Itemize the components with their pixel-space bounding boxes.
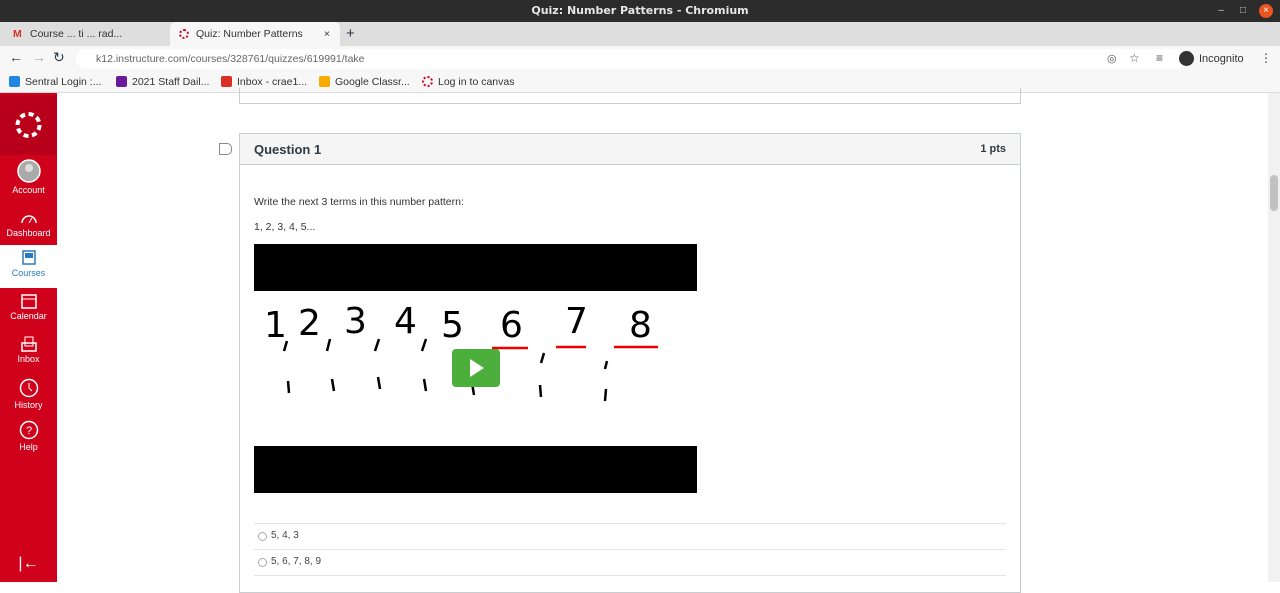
forward-icon[interactable]: → xyxy=(32,49,46,65)
previous-card xyxy=(239,88,1021,104)
divider xyxy=(254,575,1006,576)
video-player[interactable]: 1 2 3 4 5 6 7 8 xyxy=(254,244,697,493)
nav-inbox[interactable]: Inbox xyxy=(0,336,57,364)
question-title: Question 1 xyxy=(254,142,322,157)
hand-digit: 1 xyxy=(264,305,287,346)
question-prompt: Write the next 3 terms in this number pa… xyxy=(254,196,464,208)
nav-account[interactable]: Account xyxy=(0,159,57,195)
hand-digit: 3 xyxy=(344,301,367,342)
eye-off-icon[interactable]: ◎ xyxy=(1107,52,1117,65)
nav-help[interactable]: ? Help xyxy=(0,420,57,452)
help-icon: ? xyxy=(19,420,38,440)
star-icon[interactable]: ☆ xyxy=(1129,51,1140,65)
maximize-button[interactable]: □ xyxy=(1236,4,1250,18)
gmail-icon xyxy=(221,76,232,87)
answer-option[interactable]: 5, 6, 7, 8, 9 xyxy=(254,549,1006,575)
hand-digit: 8 xyxy=(629,305,652,346)
canvas-icon xyxy=(422,76,433,87)
window-titlebar: Quiz: Number Patterns - Chromium xyxy=(0,0,1280,22)
tab-course[interactable]: M Course ... ti ... rad... xyxy=(4,22,170,46)
gmail-icon: M xyxy=(13,28,22,40)
forms-icon xyxy=(116,76,127,87)
minimize-button[interactable]: – xyxy=(1214,4,1228,18)
hand-digit: 7 xyxy=(565,301,588,342)
radio-button[interactable] xyxy=(258,558,267,567)
nav-courses[interactable]: Courses xyxy=(0,245,57,288)
svg-text:?: ? xyxy=(25,425,31,437)
scrollbar-thumb[interactable] xyxy=(1270,175,1278,211)
bookmark-staff-daily[interactable]: 2021 Staff Dail... xyxy=(116,71,209,93)
global-nav: Account Dashboard Courses Calendar Inbox… xyxy=(0,93,57,582)
canvas-icon xyxy=(179,29,189,39)
tab-quiz[interactable]: Quiz: Number Patterns × xyxy=(170,22,340,46)
question-header: Question 1 1 pts xyxy=(240,134,1020,165)
nav-calendar[interactable]: Calendar xyxy=(0,293,57,321)
courses-icon xyxy=(21,250,36,265)
tab-strip: M Course ... ti ... rad... Quiz: Number P… xyxy=(0,22,1280,46)
close-window-button[interactable]: × xyxy=(1259,4,1273,18)
hand-digit: 6 xyxy=(500,305,523,346)
incognito-icon xyxy=(1179,51,1194,66)
hand-digit: 4 xyxy=(394,301,417,342)
sentral-icon xyxy=(9,76,20,87)
hand-digit: 5 xyxy=(441,305,464,346)
nav-dashboard[interactable]: Dashboard xyxy=(0,210,57,238)
inbox-icon xyxy=(20,336,37,352)
radio-button[interactable] xyxy=(258,532,267,541)
reading-list-icon[interactable]: ≡ xyxy=(1156,51,1163,65)
collapse-nav-icon[interactable]: |← xyxy=(0,555,57,573)
back-icon[interactable]: ← xyxy=(9,49,23,65)
question-points: 1 pts xyxy=(980,143,1006,155)
hand-digit: 2 xyxy=(298,303,321,344)
history-icon xyxy=(19,378,38,398)
dashboard-icon xyxy=(20,215,37,224)
classroom-icon xyxy=(319,76,330,87)
flag-question-icon[interactable] xyxy=(219,143,232,155)
video-letterbox-bottom xyxy=(254,446,697,493)
tab-close-icon[interactable]: × xyxy=(324,22,330,46)
incognito-label[interactable]: Incognito xyxy=(1199,53,1244,65)
answer-option[interactable]: 5, 4, 3 xyxy=(254,523,1006,549)
scrollbar[interactable] xyxy=(1268,93,1280,582)
window-title: Quiz: Number Patterns - Chromium xyxy=(531,4,749,17)
menu-icon[interactable]: ⋮ xyxy=(1260,51,1272,65)
bookmark-sentral[interactable]: Sentral Login :... xyxy=(9,71,101,93)
play-icon xyxy=(470,359,484,377)
url-input[interactable]: k12.instructure.com/courses/328761/quizz… xyxy=(76,49,1186,69)
reload-icon[interactable]: ↻ xyxy=(53,49,65,66)
new-tab-button[interactable]: + xyxy=(346,22,355,46)
avatar-icon xyxy=(16,159,41,183)
calendar-icon xyxy=(20,294,37,309)
canvas-logo[interactable] xyxy=(0,95,57,155)
question-sequence: 1, 2, 3, 4, 5... xyxy=(254,221,316,233)
nav-history[interactable]: History xyxy=(0,378,57,410)
video-letterbox-top xyxy=(254,244,697,291)
play-button[interactable] xyxy=(452,349,500,387)
